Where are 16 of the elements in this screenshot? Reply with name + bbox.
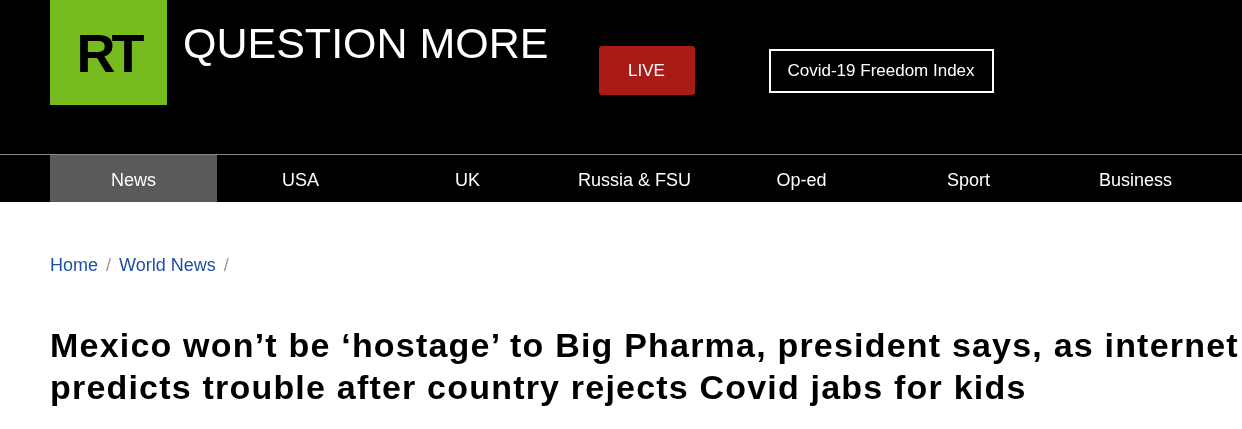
breadcrumb-link[interactable]: Home bbox=[50, 252, 98, 279]
logo[interactable]: RT bbox=[50, 0, 167, 105]
headline: Mexico won’t be ‘hostage’ to Big Pharma, president says, as internet predicts trouble after country rejects Covid jabs for kids bbox=[49, 325, 1240, 408]
nav-tab[interactable]: Russia & FSU bbox=[551, 155, 718, 202]
freedom-index-button[interactable]: Covid-19 Freedom Index bbox=[768, 49, 994, 93]
breadcrumb-separator: / bbox=[106, 254, 112, 277]
live-button[interactable]: LIVE bbox=[598, 46, 695, 95]
tagline: QUESTION MORE bbox=[183, 22, 549, 65]
nav-tab[interactable]: UK bbox=[384, 155, 551, 202]
nav-tab[interactable]: USA bbox=[217, 155, 384, 202]
breadcrumb-link[interactable]: World News bbox=[119, 252, 216, 279]
breadcrumb-separator: / bbox=[223, 254, 229, 277]
nav-tab[interactable]: Business bbox=[1052, 155, 1219, 202]
nav-tab[interactable]: Sport bbox=[885, 155, 1052, 202]
nav-tab[interactable]: Op-ed bbox=[718, 155, 885, 202]
nav-tab[interactable]: News bbox=[50, 155, 217, 202]
